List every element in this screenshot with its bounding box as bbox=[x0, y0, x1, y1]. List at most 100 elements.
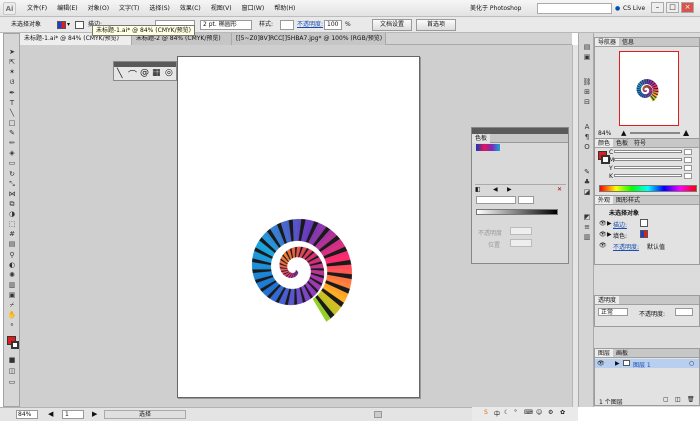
panel-titlebar[interactable] bbox=[114, 62, 176, 67]
black-slider[interactable] bbox=[614, 174, 682, 177]
spiral-tool-icon[interactable]: @ bbox=[140, 68, 149, 78]
color-mode-icon[interactable]: ■ bbox=[7, 356, 17, 364]
eye-icon[interactable]: 👁 bbox=[597, 360, 605, 367]
line-tool-icon[interactable]: ╲ bbox=[7, 109, 17, 117]
menu-file[interactable]: 文件(F) bbox=[22, 0, 52, 17]
gradient-icon[interactable]: ▤ bbox=[7, 240, 17, 248]
search-input[interactable] bbox=[537, 3, 612, 14]
layer-row[interactable]: 👁 ▶ 图层 1 ○ bbox=[595, 359, 699, 369]
tab-transparency[interactable]: 透明度 bbox=[595, 296, 620, 304]
stroke-panel-icon[interactable]: ≡ bbox=[582, 223, 592, 232]
preferences-button[interactable]: 首选项 bbox=[416, 19, 456, 31]
library-icon[interactable]: ◧ bbox=[475, 186, 481, 193]
angle-field[interactable] bbox=[518, 196, 534, 204]
artboard-panel-icon[interactable]: ▣ bbox=[582, 53, 592, 62]
navigator-thumbnail[interactable] bbox=[619, 51, 679, 126]
graph-tool-icon[interactable]: ▥ bbox=[7, 281, 17, 289]
gradient-slider[interactable] bbox=[476, 209, 558, 215]
opacity-input[interactable]: 100 bbox=[324, 20, 342, 30]
zoom-field[interactable]: 84% bbox=[16, 410, 38, 419]
document-setup-button[interactable]: 文档设置 bbox=[372, 19, 412, 31]
style-dropdown[interactable] bbox=[280, 20, 294, 30]
punctuation-icon[interactable]: ° bbox=[514, 409, 517, 416]
polar-grid-icon[interactable]: ◎ bbox=[165, 68, 173, 78]
artboard[interactable] bbox=[177, 56, 420, 398]
menu-effect[interactable]: 效果(C) bbox=[175, 0, 206, 17]
grid-tool-icon[interactable]: ▦ bbox=[152, 68, 161, 78]
align-icon[interactable]: ⊟ bbox=[582, 98, 592, 107]
eyedropper-icon[interactable]: ⚲ bbox=[7, 251, 17, 259]
paragraph-icon[interactable]: ¶ bbox=[582, 133, 592, 142]
brushes-icon[interactable]: ✎ bbox=[582, 168, 592, 177]
eye-icon[interactable]: 👁 bbox=[599, 242, 607, 249]
gradient-type-field[interactable] bbox=[476, 196, 516, 204]
stroke-swatch[interactable] bbox=[640, 219, 648, 227]
scale-icon[interactable]: ⤡ bbox=[7, 180, 17, 188]
layer-name[interactable]: 图层 1 bbox=[633, 360, 651, 369]
tab-layers[interactable]: 图层 bbox=[595, 349, 614, 357]
cs-live-button[interactable]: CS Live bbox=[623, 3, 645, 14]
opentype-icon[interactable]: O bbox=[582, 143, 592, 152]
menu-help[interactable]: 帮助(H) bbox=[269, 0, 300, 17]
eye-icon[interactable]: 👁 bbox=[599, 231, 607, 238]
workspace-title[interactable]: 美化于 Photoshop bbox=[470, 3, 521, 14]
type-tool-icon[interactable]: T bbox=[7, 99, 17, 107]
graphic-styles-icon[interactable]: ◪ bbox=[582, 188, 592, 197]
navigator-zoom[interactable]: 84% bbox=[598, 130, 611, 137]
blend-icon[interactable]: ◐ bbox=[7, 261, 17, 269]
tab-jpg-image[interactable]: [[5~Z0]8V]RCC[]5HBA7.jpg* @ 100% (RGB/预览… bbox=[232, 33, 386, 45]
tab-navigator[interactable]: 导航器 bbox=[595, 38, 620, 46]
blend-mode-dropdown[interactable]: 正常 bbox=[598, 308, 628, 316]
expand-icon[interactable]: ▶ bbox=[607, 231, 612, 238]
arc-tool-icon[interactable]: ⌒ bbox=[128, 68, 137, 81]
tab-color[interactable]: 颜色 bbox=[595, 139, 614, 147]
magenta-value[interactable] bbox=[684, 157, 692, 163]
color-spectrum[interactable] bbox=[599, 185, 697, 192]
magenta-slider[interactable] bbox=[614, 158, 682, 161]
eraser-icon[interactable]: ▭ bbox=[7, 159, 17, 167]
tab-artboards[interactable]: 画板 bbox=[613, 349, 631, 357]
screen-mode-icon[interactable]: ▭ bbox=[7, 378, 17, 386]
rotate-icon[interactable]: ↻ bbox=[7, 170, 17, 178]
paintbrush-icon[interactable]: ✎ bbox=[7, 129, 17, 137]
tab-symbols[interactable]: 符号 bbox=[631, 139, 649, 147]
line-tool-icon[interactable]: ╲ bbox=[117, 69, 122, 79]
yellow-value[interactable] bbox=[684, 165, 692, 171]
menu-object[interactable]: 对象(O) bbox=[83, 0, 114, 17]
chevron-down-icon[interactable]: ▾ bbox=[67, 20, 70, 30]
page-field[interactable]: 1 bbox=[62, 410, 84, 419]
zoom-tool-icon[interactable]: ⚬ bbox=[7, 321, 17, 329]
pencil-icon[interactable]: ✏ bbox=[7, 139, 17, 147]
menu-window[interactable]: 窗口(W) bbox=[237, 0, 270, 17]
menu-edit[interactable]: 编辑(E) bbox=[52, 0, 82, 17]
selection-tool-icon[interactable]: ➤ bbox=[7, 48, 17, 56]
new-layer-icon[interactable]: ▢ bbox=[663, 396, 669, 403]
cyan-slider[interactable] bbox=[614, 150, 682, 153]
zoom-in-icon[interactable]: ▲ bbox=[683, 128, 689, 137]
user-icon[interactable]: ☺ bbox=[536, 409, 542, 416]
ime-icon[interactable]: S bbox=[484, 409, 488, 416]
transform-icon[interactable]: ⊞ bbox=[582, 88, 592, 97]
opacity-link[interactable]: 不透明度: bbox=[613, 242, 639, 251]
delete-icon[interactable]: ✕ bbox=[557, 186, 562, 193]
opacity-field[interactable] bbox=[510, 227, 532, 235]
tab-swatches[interactable]: 色板 bbox=[613, 139, 631, 147]
zoom-slider[interactable] bbox=[630, 132, 680, 134]
mesh-icon[interactable]: # bbox=[7, 230, 17, 238]
opacity-link[interactable]: 不透明度: bbox=[297, 20, 323, 30]
fill-swatch[interactable] bbox=[57, 21, 66, 29]
location-field[interactable] bbox=[510, 239, 532, 247]
free-transform-icon[interactable]: ⧉ bbox=[7, 200, 17, 208]
close-button[interactable]: × bbox=[681, 2, 694, 13]
layer-panel-icon[interactable]: ▤ bbox=[582, 43, 592, 52]
symbols-icon[interactable]: ♣ bbox=[582, 178, 592, 187]
expand-icon[interactable]: ▶ bbox=[615, 360, 620, 367]
skin-icon[interactable]: ✿ bbox=[560, 409, 565, 416]
minimize-button[interactable]: – bbox=[651, 2, 664, 13]
blob-brush-icon[interactable]: ◈ bbox=[7, 149, 17, 157]
spiral-artwork[interactable] bbox=[178, 57, 421, 399]
brush-field[interactable]: 2 pt. 椭圆形 bbox=[200, 20, 252, 30]
scroll-thumb[interactable] bbox=[374, 411, 382, 418]
menu-type[interactable]: 文字(T) bbox=[114, 0, 144, 17]
cyan-value[interactable] bbox=[684, 149, 692, 155]
